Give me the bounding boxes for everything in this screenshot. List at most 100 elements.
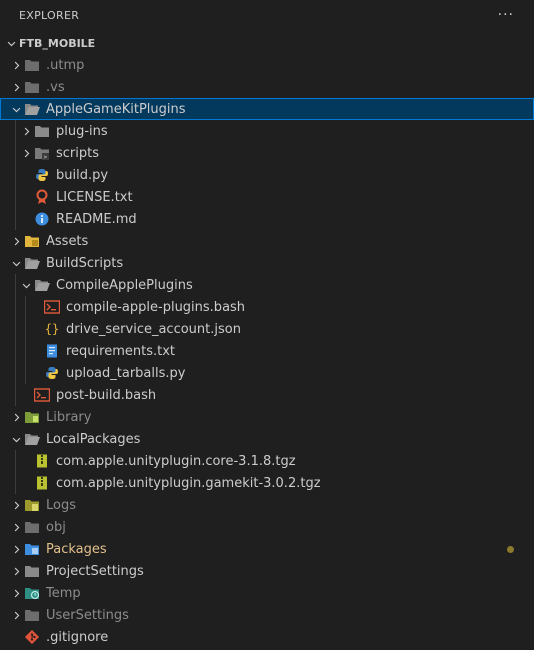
tree-folder-packages[interactable]: Packages bbox=[0, 538, 534, 560]
folder-icon bbox=[24, 563, 40, 579]
explorer-title: EXPLORER bbox=[19, 8, 80, 22]
git-icon bbox=[24, 629, 40, 645]
tree-folder-vs[interactable]: .vs bbox=[0, 76, 534, 98]
chevron-down-icon bbox=[8, 431, 24, 447]
tree-file-compile-bash[interactable]: compile-apple-plugins.bash bbox=[0, 296, 534, 318]
tree-item-label: BuildScripts bbox=[46, 255, 124, 271]
chevron-right-icon bbox=[8, 497, 24, 513]
tree-folder-assets[interactable]: Assets bbox=[0, 230, 534, 252]
folder-icon bbox=[34, 123, 50, 139]
tree-folder-applegamekitplugins[interactable]: AppleGameKitPlugins bbox=[0, 98, 534, 120]
tree-item-label: Library bbox=[46, 409, 92, 425]
tree-item-label: scripts bbox=[56, 145, 99, 161]
chevron-right-icon bbox=[8, 541, 24, 557]
tree-folder-usersettings[interactable]: UserSettings bbox=[0, 604, 534, 626]
workspace-section-header[interactable]: FTB_MOBILE bbox=[0, 32, 534, 54]
scripts-folder-icon: > bbox=[34, 145, 50, 161]
chevron-down-icon bbox=[8, 255, 24, 271]
tree-folder-utmp[interactable]: .utmp bbox=[0, 54, 534, 76]
python-icon bbox=[34, 167, 50, 183]
folder-icon bbox=[24, 519, 40, 535]
tree-item-label: UserSettings bbox=[46, 607, 129, 623]
tree-folder-projectsettings[interactable]: ProjectSettings bbox=[0, 560, 534, 582]
tree-item-label: .vs bbox=[46, 79, 65, 95]
tree-item-label: obj bbox=[46, 519, 66, 535]
open-folder-icon bbox=[34, 277, 50, 293]
chevron-down-icon bbox=[8, 101, 24, 117]
tree-folder-localpackages[interactable]: LocalPackages bbox=[0, 428, 534, 450]
tree-file-core-tgz[interactable]: com.apple.unityplugin.core-3.1.8.tgz bbox=[0, 450, 534, 472]
tree-item-label: .gitignore bbox=[46, 629, 109, 645]
chevron-right-icon bbox=[8, 563, 24, 579]
open-folder-icon bbox=[24, 431, 40, 447]
chevron-right-icon bbox=[8, 519, 24, 535]
license-icon bbox=[34, 189, 50, 205]
terminal-icon bbox=[34, 387, 50, 403]
tree-item-label: plug-ins bbox=[56, 123, 108, 139]
logs-folder-icon bbox=[24, 497, 40, 513]
tree-file-readme[interactable]: README.md bbox=[0, 208, 534, 230]
tree-file-build-py[interactable]: build.py bbox=[0, 164, 534, 186]
tree-file-drive-json[interactable]: {} drive_service_account.json bbox=[0, 318, 534, 340]
chevron-right-icon bbox=[18, 145, 34, 161]
archive-icon bbox=[34, 453, 50, 469]
tree-file-gitignore[interactable]: .gitignore bbox=[0, 626, 534, 648]
json-braces-icon: {} bbox=[44, 322, 60, 336]
text-file-icon bbox=[44, 343, 60, 359]
info-icon bbox=[34, 211, 50, 227]
workspace-name: FTB_MOBILE bbox=[19, 36, 96, 50]
chevron-down-icon bbox=[3, 35, 19, 51]
open-folder-icon bbox=[24, 255, 40, 271]
tree-folder-temp[interactable]: Temp bbox=[0, 582, 534, 604]
tree-item-label: requirements.txt bbox=[66, 343, 176, 359]
tree-file-post-build[interactable]: post-build.bash bbox=[0, 384, 534, 406]
chevron-right-icon bbox=[18, 123, 34, 139]
tree-folder-scripts[interactable]: > scripts bbox=[0, 142, 534, 164]
tree-item-label: com.apple.unityplugin.core-3.1.8.tgz bbox=[56, 453, 296, 469]
tree-file-license[interactable]: LICENSE.txt bbox=[0, 186, 534, 208]
tree-item-label: upload_tarballs.py bbox=[66, 365, 186, 381]
svg-text:>: > bbox=[44, 154, 48, 160]
tree-item-label: README.md bbox=[56, 211, 137, 227]
terminal-icon bbox=[44, 299, 60, 315]
chevron-right-icon bbox=[8, 585, 24, 601]
tree-item-label: post-build.bash bbox=[56, 387, 157, 403]
tree-file-gamekit-tgz[interactable]: com.apple.unityplugin.gamekit-3.0.2.tgz bbox=[0, 472, 534, 494]
tree-folder-library[interactable]: Library bbox=[0, 406, 534, 428]
tree-folder-compileappleplugins[interactable]: CompileApplePlugins bbox=[0, 274, 534, 296]
chevron-right-icon bbox=[8, 233, 24, 249]
tree-item-label: LocalPackages bbox=[46, 431, 141, 447]
chevron-right-icon bbox=[8, 57, 24, 73]
python-icon bbox=[44, 365, 60, 381]
tree-folder-obj[interactable]: obj bbox=[0, 516, 534, 538]
tree-item-label: Temp bbox=[46, 585, 81, 601]
tree-folder-buildscripts[interactable]: BuildScripts bbox=[0, 252, 534, 274]
more-actions-icon[interactable]: ··· bbox=[498, 7, 514, 23]
tree-item-label: Logs bbox=[46, 497, 76, 513]
assets-folder-icon bbox=[24, 233, 40, 249]
chevron-right-icon bbox=[8, 409, 24, 425]
archive-icon bbox=[34, 475, 50, 491]
file-tree: .utmp .vs AppleGameKitPlugins plug-ins >… bbox=[0, 54, 534, 648]
tree-file-requirements[interactable]: requirements.txt bbox=[0, 340, 534, 362]
tree-item-label: compile-apple-plugins.bash bbox=[66, 299, 246, 315]
open-folder-icon bbox=[24, 101, 40, 117]
tree-item-label: ProjectSettings bbox=[46, 563, 144, 579]
tree-item-label: Packages bbox=[46, 541, 107, 557]
folder-icon bbox=[24, 79, 40, 95]
explorer-header: EXPLORER ··· bbox=[0, 0, 534, 30]
tree-item-label: CompileApplePlugins bbox=[56, 277, 193, 293]
tree-item-label: com.apple.unityplugin.gamekit-3.0.2.tgz bbox=[56, 475, 321, 491]
folder-icon bbox=[24, 57, 40, 73]
tree-item-label: drive_service_account.json bbox=[66, 321, 241, 337]
tree-file-upload-py[interactable]: upload_tarballs.py bbox=[0, 362, 534, 384]
temp-folder-icon bbox=[24, 585, 40, 601]
packages-folder-icon bbox=[24, 541, 40, 557]
tree-item-label: build.py bbox=[56, 167, 109, 183]
tree-folder-plug-ins[interactable]: plug-ins bbox=[0, 120, 534, 142]
tree-item-label: LICENSE.txt bbox=[56, 189, 133, 205]
folder-icon bbox=[24, 607, 40, 623]
tree-item-label: Assets bbox=[46, 233, 89, 249]
library-folder-icon bbox=[24, 409, 40, 425]
tree-folder-logs[interactable]: Logs bbox=[0, 494, 534, 516]
